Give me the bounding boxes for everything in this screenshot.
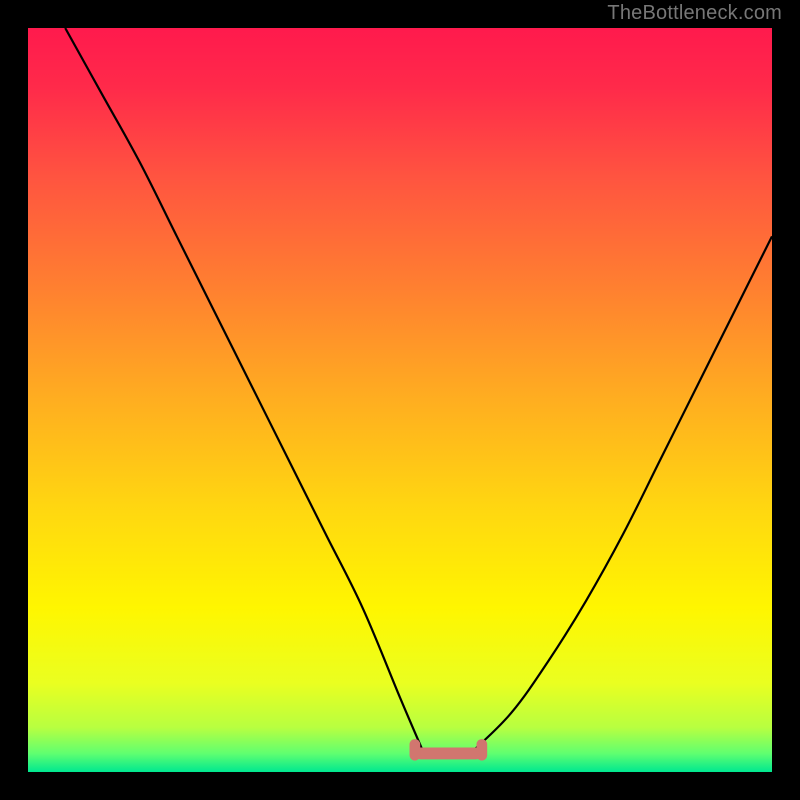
curve-layer	[28, 28, 772, 772]
marker-end-right	[476, 739, 487, 760]
plot-area	[28, 28, 772, 772]
marker-bar	[415, 747, 482, 759]
bottom-marker-band	[410, 739, 488, 760]
curve-right-arm	[474, 236, 772, 749]
chart-frame: TheBottleneck.com	[0, 0, 800, 800]
attribution-text: TheBottleneck.com	[607, 2, 782, 25]
marker-end-left	[410, 739, 421, 760]
curve-left-arm	[65, 28, 422, 750]
